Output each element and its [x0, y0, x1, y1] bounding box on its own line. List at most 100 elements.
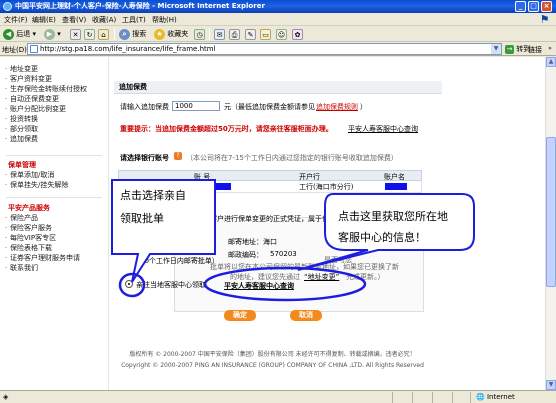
- research-icon[interactable]: ✿: [292, 29, 303, 40]
- favorites-button[interactable]: ★ 收藏夹: [154, 28, 188, 40]
- nav-item-contact[interactable]: 联系我们: [5, 264, 100, 273]
- bank-note: （本公司将在7-15个工作日内通过您指定的银行账号收取追加保费）: [186, 154, 398, 162]
- mail-code-label: 邮政编码：: [228, 251, 263, 259]
- minimize-button[interactable]: _: [515, 1, 526, 12]
- panel-line2: 客户进行保单变更的正式凭证，属于保险合同的一部分。: [210, 215, 385, 223]
- nav-item-allocation[interactable]: 账户分配比例变更: [5, 105, 100, 114]
- menu-tools[interactable]: 工具(T): [122, 15, 146, 25]
- amount-tail: ）: [360, 103, 367, 111]
- nav-item-vip[interactable]: 每险VIP客专区: [5, 234, 100, 243]
- stop-icon[interactable]: ✕: [70, 29, 81, 40]
- bank-table-header: 账 号 开户行 账户名: [118, 170, 422, 181]
- nav-section-policy: 保单管理: [8, 161, 36, 169]
- address-bar: 地址(D) http://stg.pa18.com/life_insurance…: [0, 42, 556, 56]
- nav-section-service: 平安产品服务: [8, 204, 50, 212]
- redacted-account: [173, 183, 231, 190]
- menu-help[interactable]: 帮助(H): [152, 15, 177, 25]
- nav-item-securities[interactable]: 证券客户理财服务申请: [5, 254, 100, 263]
- window-title: 中国平安网上理财-个人客户-保险-人寿保险 - Microsoft Intern…: [15, 2, 265, 10]
- page-icon: [30, 45, 38, 53]
- left-nav: 地址变更 客户资料变更 生存保险金转账续付授权 自动还保费变更 账户分配比例变更…: [2, 57, 106, 390]
- forward-arrow-icon: ▶: [44, 28, 55, 40]
- menu-bar: 文件(F) 编辑(E) 查看(V) 收藏(A) 工具(T) 帮助(H): [0, 13, 556, 26]
- main-panel: 追加保费 请输入追加保费 1000 元（最低追加保费金额请参见 追加保费规则 ）…: [114, 57, 442, 390]
- cancel-button[interactable]: 取消: [290, 310, 322, 321]
- amount-label: 请输入追加保费: [120, 103, 169, 111]
- messenger-icon[interactable]: ☺: [276, 29, 287, 40]
- search-button[interactable]: ⌕ 搜索: [119, 28, 146, 40]
- amount-unit: 元（最低追加保费金额请参见: [224, 103, 315, 111]
- page-done-icon: ◈: [3, 393, 9, 401]
- panel-line1: 于保险: [174, 215, 195, 223]
- mail-note-pre2: 批单将以您在本公司保留的最新联系地址，如果您已更换了新: [210, 263, 399, 271]
- pickup-radio[interactable]: [125, 280, 133, 288]
- nav-item-policy-lost[interactable]: 保单挂失/挂失解除: [5, 181, 100, 190]
- table-row[interactable]: 工行(海口市分行): [118, 181, 422, 193]
- vertical-scrollbar[interactable]: ▲ ▼: [545, 57, 556, 390]
- status-bar: ◈ 🌐 Internet: [0, 390, 556, 403]
- back-button[interactable]: ◀ 后退 ▾: [3, 28, 36, 40]
- mail-icon[interactable]: ✉: [214, 29, 225, 40]
- search-icon: ⌕: [119, 28, 130, 40]
- history-icon[interactable]: ◷: [194, 29, 205, 40]
- address-label: 地址(D): [2, 46, 27, 54]
- windows-logo-icon: ⚑: [539, 13, 550, 26]
- maximize-button[interactable]: □: [528, 1, 539, 12]
- section-title: 追加保费: [114, 81, 442, 94]
- address-input[interactable]: http://stg.pa18.com/life_insurance/life_…: [27, 43, 502, 55]
- scroll-thumb[interactable]: [546, 137, 556, 287]
- close-button[interactable]: ×: [541, 1, 552, 12]
- nav-item-profile-change[interactable]: 客户资料变更: [5, 75, 100, 84]
- service-center-link[interactable]: 平安人寿客服中心查询: [224, 281, 294, 291]
- address-dropdown-icon[interactable]: ▼: [491, 44, 501, 54]
- address-change-link[interactable]: “地址变更”: [304, 272, 339, 282]
- nav-item-investment-switch[interactable]: 投资转换: [5, 115, 100, 124]
- footer: 版权所有 © 2000-2007 中国平安保险（集团）股份有限公司 未经许可不得…: [0, 349, 545, 369]
- nav-item-survival-transfer[interactable]: 生存保险金转账续付授权: [5, 85, 100, 94]
- folder-icon[interactable]: ▭: [260, 29, 271, 40]
- panel-line3: 本公司将在变更完成后: [144, 246, 214, 254]
- menu-favorites[interactable]: 收藏(A): [92, 15, 116, 25]
- nav-item-address-change[interactable]: 地址变更: [5, 65, 100, 74]
- premium-rules-link[interactable]: 追加保费规则: [316, 102, 358, 112]
- nav-item-partial-withdraw[interactable]: 部分领取: [5, 125, 100, 134]
- radio-label2: 当地客服中心领取: [150, 281, 206, 289]
- radio-label: 亲往: [136, 281, 150, 289]
- back-arrow-icon: ◀: [3, 28, 14, 40]
- toolbar: ◀ 后退 ▾ ▶ ▾ ✕ ↻ ⌂ ⌕ 搜索 ★ 收藏夹 ◷ ✉ ⎙ ✎ ▭ ☺ …: [0, 26, 556, 42]
- print-icon[interactable]: ⎙: [229, 29, 240, 40]
- row-bank: 工行(海口市分行): [299, 183, 354, 191]
- links-button[interactable]: 链接: [528, 45, 542, 55]
- nav-item-add-premium[interactable]: 追加保费: [5, 135, 100, 144]
- nav-item-policy-add[interactable]: 保单添加/取消: [5, 171, 100, 180]
- amount-input[interactable]: 1000: [172, 101, 220, 111]
- refresh-icon[interactable]: ↻: [84, 29, 95, 40]
- nav-item-forms[interactable]: 保险表格下载: [5, 244, 100, 253]
- go-button[interactable]: → 转到: [505, 44, 530, 54]
- nav-item-auto-premium[interactable]: 自动还保费变更: [5, 95, 100, 104]
- panel-line4: 10个工作日内邮寄批单）: [140, 257, 219, 265]
- footer-copyright-en: Copyright © 2000-2007 PING AN INSURANCE …: [121, 362, 424, 369]
- help-icon[interactable]: ?: [174, 152, 182, 160]
- ie-icon: [3, 2, 12, 11]
- links-chevron-icon[interactable]: »: [545, 43, 555, 54]
- important-notice: 重要提示：当追加保费金额超过50万元时，请您亲往客服柜面办理。: [120, 125, 333, 133]
- menu-edit[interactable]: 编辑(E): [32, 15, 56, 25]
- go-arrow-icon: →: [505, 44, 514, 54]
- scroll-down-icon[interactable]: ▼: [546, 380, 556, 390]
- scroll-up-icon[interactable]: ▲: [546, 57, 556, 67]
- browser-window: 中国平安网上理财-个人客户-保险-人寿保险 - Microsoft Intern…: [0, 0, 556, 403]
- nav-item-customer-service[interactable]: 保险客户服务: [5, 224, 100, 233]
- service-center-link-top[interactable]: 平安人寿客服中心查询: [348, 124, 418, 134]
- menu-file[interactable]: 文件(F): [4, 15, 28, 25]
- zone-indicator: 🌐 Internet: [476, 393, 515, 401]
- menu-view[interactable]: 查看(V): [62, 15, 86, 25]
- bank-label: 请选择银行账号: [120, 154, 169, 162]
- home-icon[interactable]: ⌂: [98, 29, 109, 40]
- edit-icon[interactable]: ✎: [245, 29, 256, 40]
- confirm-button[interactable]: 确定: [224, 310, 256, 321]
- nav-item-products[interactable]: 保险产品: [5, 214, 100, 223]
- redacted-name: [385, 183, 407, 190]
- star-icon: ★: [154, 28, 165, 40]
- forward-button[interactable]: ▶ ▾: [44, 28, 61, 40]
